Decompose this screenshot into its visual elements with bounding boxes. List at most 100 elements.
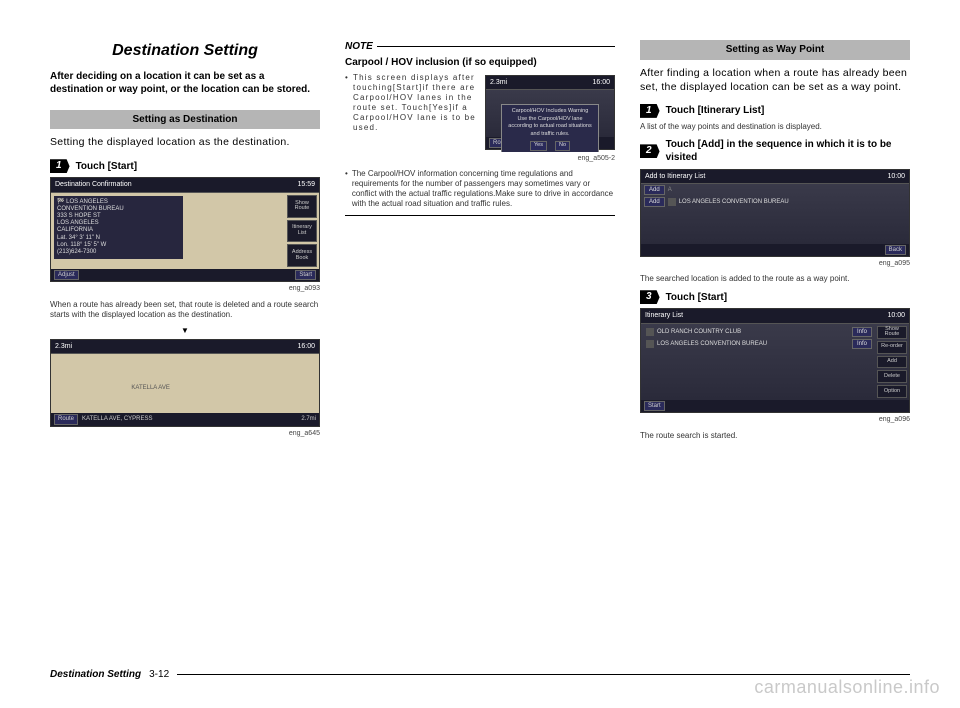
image-caption: eng_a093 xyxy=(50,284,320,293)
row-label: LOS ANGELES CONVENTION BUREAU xyxy=(657,340,849,348)
note-text: The searched location is added to the ro… xyxy=(640,274,910,284)
screenshot-destination-confirmation: Destination Confirmation 15:59 🏁 LOS ANG… xyxy=(50,177,320,282)
hov-warning-popup: Carpool/HOV Includes Warning Use the Car… xyxy=(501,104,598,152)
bullet-item: • The Carpool/HOV information concerning… xyxy=(345,169,615,209)
popup-body: Use the Carpool/HOV lane according to ac… xyxy=(505,116,594,138)
info-button[interactable]: Info xyxy=(852,327,872,337)
add-button[interactable]: Add xyxy=(644,185,665,195)
image-caption: eng_a095 xyxy=(640,259,910,268)
column-2: NOTE Carpool / HOV inclusion (if so equi… xyxy=(345,40,615,620)
yes-button[interactable]: Yes xyxy=(530,141,547,150)
image-caption: eng_a505-2 xyxy=(345,154,615,163)
no-button[interactable]: No xyxy=(555,141,570,150)
adjust-button[interactable]: Adjust xyxy=(54,270,79,280)
step-2: 2 Touch [Add] in the sequence in which i… xyxy=(640,138,910,165)
popup-title: Carpool/HOV Includes Warning xyxy=(505,108,594,115)
image-caption: eng_a096 xyxy=(640,415,910,424)
flag-icon xyxy=(646,340,654,348)
section-bar-destination: Setting as Destination xyxy=(50,110,320,130)
option-button[interactable]: Option xyxy=(877,385,907,398)
info-line: LOS ANGELES xyxy=(57,220,180,227)
screen-body: 🏁 LOS ANGELES CONVENTION BUREAU 333 S HO… xyxy=(51,193,319,269)
flag-icon xyxy=(668,198,676,206)
bullet-icon: • xyxy=(345,73,349,133)
body-text: After finding a location when a route ha… xyxy=(640,66,910,94)
list-row: Add LOS ANGELES CONVENTION BUREAU xyxy=(641,196,909,208)
screen-header: Destination Confirmation 15:59 xyxy=(51,178,319,192)
section-bar-waypoint: Setting as Way Point xyxy=(640,40,910,60)
note-subhead: Carpool / HOV inclusion (if so equipped) xyxy=(345,56,615,70)
show-route-button[interactable]: Show Route xyxy=(287,195,317,218)
bullet-item: • This screen displays after touching[St… xyxy=(345,73,479,133)
add-button[interactable]: Add xyxy=(877,356,907,369)
footer-section: Destination Setting xyxy=(50,669,141,680)
step-label: Touch [Start] xyxy=(666,291,727,305)
rule-line xyxy=(377,46,615,47)
step-number-icon: 2 xyxy=(640,144,660,158)
screenshot-itinerary-list: Itinerary List 10:00 OLD RANCH COUNTRY C… xyxy=(640,308,910,413)
list-row: OLD RANCH COUNTRY CLUB Info xyxy=(643,326,875,338)
screen-time: 16:00 xyxy=(592,78,610,87)
info-line: CONVENTION BUREAU xyxy=(57,206,180,213)
screen-time: 10:00 xyxy=(887,311,905,320)
start-button[interactable]: Start xyxy=(295,270,316,280)
info-line: 333 S HOPE ST xyxy=(57,213,180,220)
note-text: When a route has already been set, that … xyxy=(50,300,320,320)
bullet-text: This screen displays after touching[Star… xyxy=(353,73,479,133)
footer-rule xyxy=(177,674,910,676)
side-buttons: Show Route Itinerary List Address Book xyxy=(287,195,317,267)
screen-header: 2.3mi 16:00 xyxy=(486,76,614,90)
screenshot-add-itinerary: Add to Itinerary List 10:00 Add A Add LO… xyxy=(640,169,910,257)
flag-icon xyxy=(646,328,654,336)
note-text: The route search is started. xyxy=(640,431,910,441)
screen-title: Add to Itinerary List xyxy=(645,172,705,181)
bullet-icon: • xyxy=(345,169,348,209)
step-number-icon: 3 xyxy=(640,290,660,304)
delete-button[interactable]: Delete xyxy=(877,370,907,383)
image-caption: eng_a645 xyxy=(50,429,320,438)
destination-info-panel: 🏁 LOS ANGELES CONVENTION BUREAU 333 S HO… xyxy=(54,196,183,260)
screen-title: Destination Confirmation xyxy=(55,180,132,189)
info-line: Lat. 34° 3' 11" N xyxy=(57,235,180,242)
step-label: Touch [Start] xyxy=(76,160,137,174)
watermark: carmanualsonline.info xyxy=(754,677,940,698)
column-3: Setting as Way Point After finding a loc… xyxy=(640,40,910,620)
bottom-bar: Adjust Start xyxy=(51,269,319,281)
step-3: 3 Touch [Start] xyxy=(640,290,910,304)
step-1: 1 Touch [Start] xyxy=(50,159,320,173)
footer-page-number: 3-12 xyxy=(149,669,169,680)
step-label: Touch [Itinerary List] xyxy=(666,104,765,118)
page: Destination Setting After deciding on a … xyxy=(0,0,960,708)
screen-time: 16:00 xyxy=(297,342,315,351)
screenshot-map-route: 2.3mi 16:00 KATELLA AVE Route KATELLA AV… xyxy=(50,339,320,427)
step-label: Touch [Add] in the sequence in which it … xyxy=(666,138,910,165)
reorder-button[interactable]: Re-order xyxy=(877,341,907,354)
bottom-bar: Start xyxy=(641,400,909,412)
start-button[interactable]: Start xyxy=(644,401,665,411)
location-label: KATELLA AVE, CYPRESS xyxy=(82,415,152,423)
side-buttons: Show Route Re-order Add Delete Option xyxy=(877,326,907,398)
screen-body: Carpool/HOV Includes Warning Use the Car… xyxy=(486,90,614,136)
show-route-button[interactable]: Show Route xyxy=(877,326,907,339)
address-book-button[interactable]: Address Book xyxy=(287,244,317,267)
rule-line xyxy=(345,215,615,216)
screen-body: Add A Add LOS ANGELES CONVENTION BUREAU xyxy=(641,184,909,243)
back-button[interactable]: Back xyxy=(885,245,906,255)
note-label: NOTE xyxy=(345,40,373,54)
step-number-icon: 1 xyxy=(50,159,70,173)
route-button[interactable]: Route xyxy=(54,414,78,424)
columns: Destination Setting After deciding on a … xyxy=(50,40,910,620)
body-text: Setting the displayed location as the de… xyxy=(50,135,320,149)
column-1: Destination Setting After deciding on a … xyxy=(50,40,320,620)
screen-body: OLD RANCH COUNTRY CLUB Info LOS ANGELES … xyxy=(641,324,909,400)
list-row: Add A xyxy=(641,184,909,196)
screen-time: 10:00 xyxy=(887,172,905,181)
step-note: A list of the way points and destination… xyxy=(640,122,910,132)
info-button[interactable]: Info xyxy=(852,339,872,349)
screen-title: Itinerary List xyxy=(645,311,683,320)
add-button[interactable]: Add xyxy=(644,197,665,207)
screenshot-hov-popup: 2.3mi 16:00 Carpool/HOV Includes Warning… xyxy=(485,75,615,150)
itinerary-list-button[interactable]: Itinerary List xyxy=(287,220,317,243)
bullet-text: The Carpool/HOV information concerning t… xyxy=(352,169,615,209)
screen-time: 15:59 xyxy=(297,180,315,189)
